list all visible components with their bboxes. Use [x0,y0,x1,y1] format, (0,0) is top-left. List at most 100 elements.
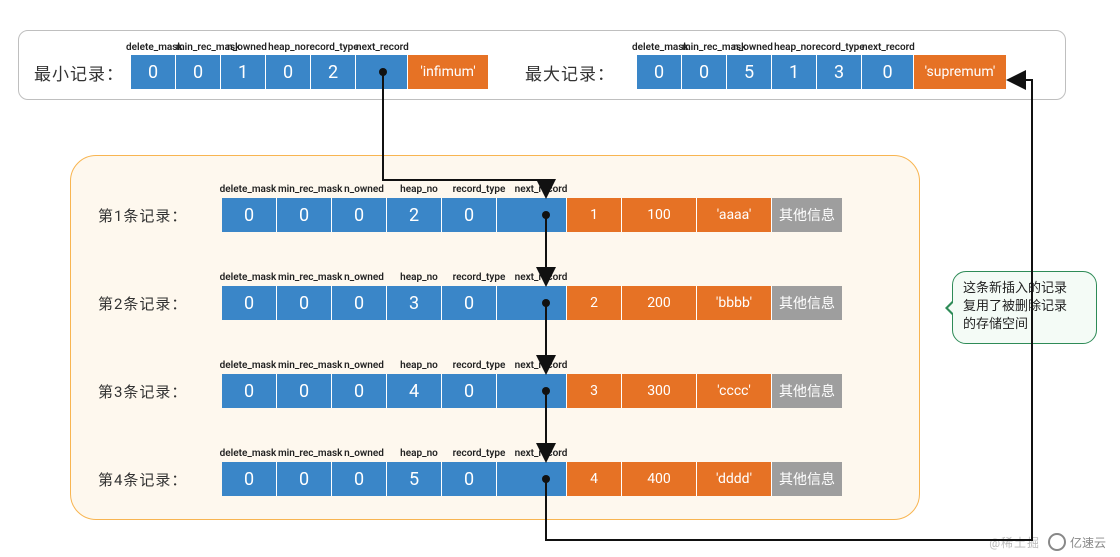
col-next_record: next_record [510,272,572,283]
reuse-callout: 这条新插入的记录 复用了被删除记录 的存储空间 [952,271,1097,344]
record-2-label: 第2条记录： [98,293,187,314]
supremum-next-record: 0 [862,55,914,89]
supremum-heap-no: 1 [772,55,817,89]
col-delete_mask: delete_mask [218,184,278,195]
col-record_type: record_type [448,184,510,195]
record-1-next_record [497,198,567,232]
record-2-min_rec_mask: 0 [277,286,332,320]
col-min-rec-mask: min_rec_mask [682,42,732,53]
record-4-txt: 'dddd' [697,462,772,496]
record-4-id: 4 [567,462,622,496]
user-record-2: 000302200'bbbb'其他信息 [222,286,842,320]
col-delete-mask: delete_mask [126,42,176,53]
record-3-n_owned: 0 [332,374,387,408]
infimum-n-owned: 1 [221,55,266,89]
record-2-val: 200 [622,286,697,320]
record-2-heap_no: 3 [387,286,442,320]
infimum-heap-no: 0 [266,55,311,89]
record-4-column-headers: delete_maskmin_rec_maskn_ownedheap_norec… [218,448,572,459]
user-record-1: 000201100'aaaa'其他信息 [222,198,842,232]
record-1-txt: 'aaaa' [697,198,772,232]
callout-line1: 这条新插入的记录 [963,281,1067,296]
record-2-txt: 'bbbb' [697,286,772,320]
col-next_record: next_record [510,184,572,195]
record-3-other: 其他信息 [772,374,842,408]
col-min_rec_mask: min_rec_mask [278,272,338,283]
supremum-label: 最大记录： [525,60,615,85]
col-min_rec_mask: min_rec_mask [278,184,338,195]
col-delete_mask: delete_mask [218,272,278,283]
col-n-owned: n_owned [732,42,774,53]
record-3-record_type: 0 [442,374,497,408]
col-min_rec_mask: min_rec_mask [278,448,338,459]
record-4-label: 第4条记录： [98,469,187,490]
record-2-id: 2 [567,286,622,320]
record-1-label: 第1条记录： [98,205,187,226]
col-record_type: record_type [448,448,510,459]
col-min_rec_mask: min_rec_mask [278,360,338,371]
user-record-3: 000403300'cccc'其他信息 [222,374,842,408]
col-delete-mask: delete_mask [632,42,682,53]
record-4-min_rec_mask: 0 [277,462,332,496]
infimum-min-rec-mask: 0 [176,55,221,89]
cloud-icon [1048,533,1066,551]
infimum-record: 0 0 1 0 2 'infimum' [131,55,488,89]
record-3-heap_no: 4 [387,374,442,408]
infimum-label: 最小记录： [34,60,124,85]
infimum-next-record [356,55,408,89]
record-1-min_rec_mask: 0 [277,198,332,232]
record-2-record_type: 0 [442,286,497,320]
col-delete_mask: delete_mask [218,448,278,459]
record-4-delete_mask: 0 [222,462,277,496]
col-n-owned: n_owned [226,42,268,53]
record-4-record_type: 0 [442,462,497,496]
record-4-other: 其他信息 [772,462,842,496]
watermark-text: @稀土掘 [989,534,1040,551]
record-3-id: 3 [567,374,622,408]
col-next-record: next_record [862,42,910,53]
col-min-rec-mask: min_rec_mask [176,42,226,53]
record-3-delete_mask: 0 [222,374,277,408]
col-next_record: next_record [510,448,572,459]
col-heap_no: heap_no [390,360,448,371]
record-1-id: 1 [567,198,622,232]
record-3-label: 第3条记录： [98,381,187,402]
supremum-record-type: 3 [817,55,862,89]
supremum-record: 0 0 5 1 3 0 'supremum' [637,55,1006,89]
col-heap_no: heap_no [390,272,448,283]
col-n_owned: n_owned [338,448,390,459]
col-record_type: record_type [448,272,510,283]
user-record-4: 000504400'dddd'其他信息 [222,462,842,496]
logo-text: 亿速云 [1070,534,1106,551]
col-heap-no: heap_no [774,42,812,53]
col-delete_mask: delete_mask [218,360,278,371]
col-n_owned: n_owned [338,360,390,371]
supremum-name: 'supremum' [914,55,1006,89]
record-2-next_record [497,286,567,320]
callout-line2: 复用了被删除记录 [963,299,1067,314]
record-2-column-headers: delete_maskmin_rec_maskn_ownedheap_norec… [218,272,572,283]
infimum-record-type: 2 [311,55,356,89]
col-n_owned: n_owned [338,272,390,283]
record-4-val: 400 [622,462,697,496]
record-3-val: 300 [622,374,697,408]
callout-line3: 的存储空间 [963,317,1028,332]
infimum-name: 'infimum' [408,55,488,89]
record-1-heap_no: 2 [387,198,442,232]
record-1-n_owned: 0 [332,198,387,232]
record-2-delete_mask: 0 [222,286,277,320]
record-4-next_record [497,462,567,496]
col-record-type: record_type [812,42,862,53]
col-record-type: record_type [306,42,356,53]
infimum-column-headers: delete_mask min_rec_mask n_owned heap_no… [126,42,404,53]
supremum-column-headers: delete_mask min_rec_mask n_owned heap_no… [632,42,910,53]
supremum-n-owned: 5 [727,55,772,89]
record-2-n_owned: 0 [332,286,387,320]
record-2-other: 其他信息 [772,286,842,320]
record-1-column-headers: delete_maskmin_rec_maskn_ownedheap_norec… [218,184,572,195]
record-1-other: 其他信息 [772,198,842,232]
col-heap_no: heap_no [390,448,448,459]
col-n_owned: n_owned [338,184,390,195]
record-1-delete_mask: 0 [222,198,277,232]
record-3-min_rec_mask: 0 [277,374,332,408]
